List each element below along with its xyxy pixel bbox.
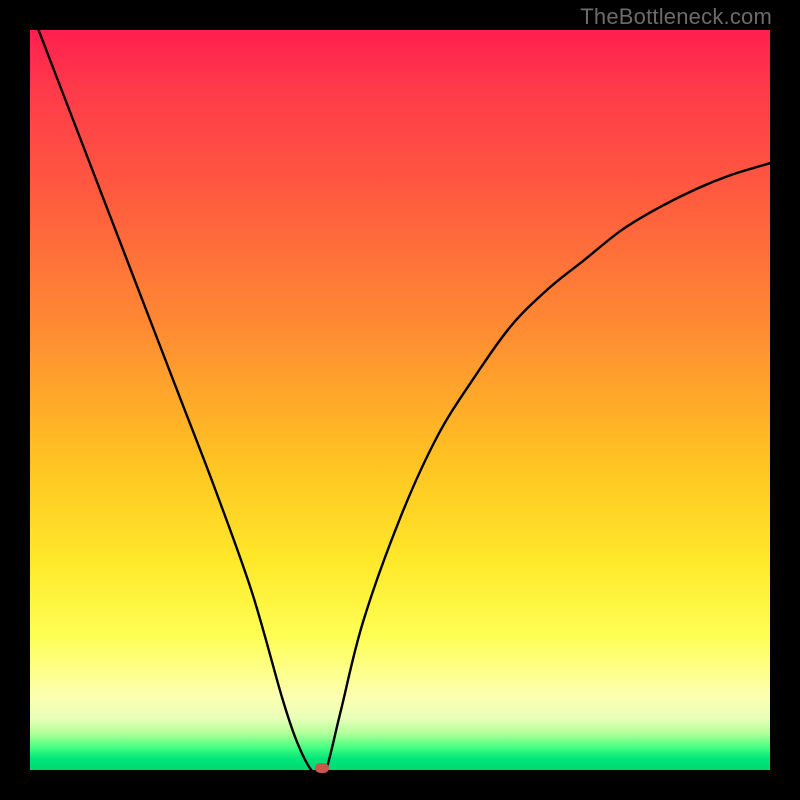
- optimal-marker: [315, 763, 329, 773]
- curve-svg: [30, 30, 770, 770]
- watermark-text: TheBottleneck.com: [580, 4, 772, 30]
- bottleneck-curve: [30, 30, 770, 770]
- plot-area: [30, 30, 770, 770]
- chart-frame: TheBottleneck.com: [0, 0, 800, 800]
